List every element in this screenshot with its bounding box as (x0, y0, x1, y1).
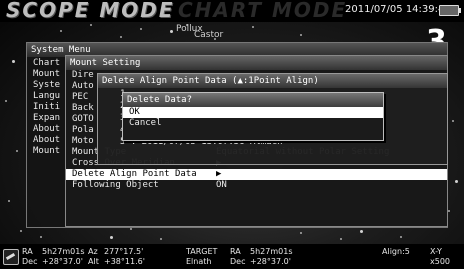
az-label: Az (88, 247, 98, 256)
star-dot (110, 236, 113, 239)
star-dot (60, 30, 62, 32)
star-dot (252, 26, 254, 28)
alt-label: Alt (88, 257, 99, 266)
star-dot (160, 238, 162, 240)
star-dot (300, 232, 302, 234)
ra-label: RA (22, 247, 33, 256)
star-dot (448, 210, 450, 212)
scope-icon (3, 249, 19, 265)
star-dot (170, 30, 173, 33)
mount-setting-item-label: GOTO (72, 114, 94, 124)
star-dot (5, 100, 7, 102)
star-dot (120, 36, 122, 38)
delete-confirm-dialog: Delete Data? OK Cancel (122, 92, 384, 141)
star-dot (40, 236, 42, 238)
battery-icon (439, 5, 461, 16)
star-dot (452, 120, 454, 122)
star-dot (340, 238, 342, 240)
mount-setting-item[interactable]: Delete Align Point Data ▶ (66, 169, 447, 180)
mount-setting-item-label: Delete Align Point Data (72, 169, 197, 179)
cancel-option[interactable]: Cancel (123, 118, 383, 129)
star-dot (12, 60, 15, 63)
mount-setting-item-label: Back (72, 103, 94, 113)
align-point-title: Delete Align Point Data (▲:1Point Align) (98, 74, 447, 88)
target-dec-label: Dec (230, 257, 246, 266)
star-dot (400, 236, 402, 238)
scope-screen: SCOPE MODE CHART MODE 2011/07/05 14:39:4… (0, 0, 464, 269)
star-dot (20, 230, 22, 232)
star-dot (140, 28, 142, 30)
star-dot (455, 180, 458, 183)
zoom-axis: X-Y (430, 247, 442, 256)
align-count: Align:5 (382, 247, 410, 256)
dec-value: +28°37.0' (42, 257, 83, 266)
mount-setting-item-label: Following Object (72, 180, 159, 190)
mode-title: SCOPE MODE (6, 0, 175, 22)
alt-value: +38°11.6' (104, 257, 145, 266)
target-ra-value: 5h27m01s (250, 247, 293, 256)
az-value: 277°17.5' (104, 247, 144, 256)
target-label: TARGET (186, 247, 218, 256)
star-dot (360, 230, 363, 233)
delete-confirm-options: OK Cancel (123, 107, 383, 129)
target-ra-label: RA (230, 247, 241, 256)
delete-confirm-title: Delete Data? (123, 93, 383, 107)
datetime: 2011/07/05 14:39:48 (345, 4, 451, 15)
mount-setting-title: Mount Setting (66, 56, 447, 70)
target-dec-value: +28°37.0' (250, 257, 291, 266)
mount-setting-item-label: Moto (72, 136, 94, 146)
star-dot (16, 150, 18, 152)
mount-setting-item-label: PEC (72, 92, 89, 102)
star-dot (8, 200, 10, 202)
dec-label: Dec (22, 257, 38, 266)
mount-setting-item-value: ON (216, 180, 227, 190)
star-dot (90, 24, 92, 26)
target-name: Elnath (186, 257, 212, 266)
mount-setting-item-label: Pola (72, 125, 94, 135)
star-dot (130, 228, 132, 230)
zoom-value: x500 (430, 257, 451, 266)
mode-ghost-label: CHART MODE (178, 0, 348, 22)
mount-setting-item-value: ▶ (216, 169, 222, 179)
mount-setting-item[interactable]: Following Object ON (66, 180, 447, 191)
top-bar: SCOPE MODE CHART MODE 2011/07/05 14:39:4… (0, 0, 464, 22)
star-label-castor: Castor (194, 30, 224, 40)
mount-setting-item-label: Auto (72, 81, 94, 91)
ok-option[interactable]: OK (123, 107, 383, 118)
ra-value: 5h27m01s (42, 247, 85, 256)
star-dot (300, 34, 302, 36)
mount-setting-item-label: Dire (72, 70, 94, 80)
